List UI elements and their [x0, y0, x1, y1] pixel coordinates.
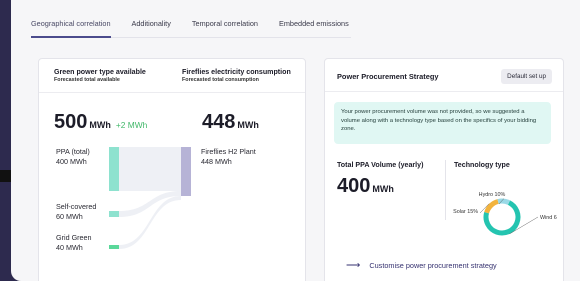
sankey-link-self-covered: [119, 191, 181, 217]
consumer-name: Fireflies H2 Plant: [201, 147, 256, 156]
sankey-node-self-covered: [109, 211, 119, 217]
donut-slice-solar: [484, 199, 499, 214]
sankey-node-h2-plant: [181, 147, 191, 196]
sankey-node-ppa: [109, 147, 119, 191]
source-self-covered-label: Self-covered 60 MWh: [56, 202, 96, 222]
procurement-header: Power Procurement Strategy Default set u…: [325, 59, 563, 92]
consumer-label: Fireflies H2 Plant 448 MWh: [201, 147, 256, 167]
tab-bar: Geographical correlation Additionality T…: [31, 16, 351, 38]
source-self-covered-name: Self-covered: [56, 202, 97, 211]
customise-strategy-link[interactable]: ⟶ Customise power procurement strategy: [346, 259, 497, 271]
tab-temporal-correlation[interactable]: Temporal correlation: [192, 16, 258, 37]
default-setup-button[interactable]: Default set up: [501, 69, 552, 84]
info-notice: Your power procurement volume was not pr…: [334, 102, 551, 144]
donut-slice-hydro: [497, 198, 511, 205]
donut-label-solar: Solar 15%: [453, 209, 478, 215]
tab-additionality[interactable]: Additionality: [132, 16, 171, 37]
customise-strategy-label: Customise power procurement strategy: [369, 260, 497, 270]
tab-geographical-correlation[interactable]: Geographical correlation: [31, 16, 111, 38]
ppa-volume-label: Total PPA Volume (yearly): [337, 161, 424, 169]
ppa-volume-unit: MWh: [372, 184, 394, 194]
source-ppa-label: PPA (total) 400 MWh: [56, 147, 90, 167]
consumer-amount: 448 MWh: [201, 157, 232, 166]
source-grid-green-amount: 40 MWh: [56, 243, 83, 252]
window-edge: [0, 170, 11, 182]
tab-embedded-emissions[interactable]: Embedded emissions: [279, 16, 349, 37]
technology-type-label: Technology type: [454, 161, 510, 169]
divider: [445, 160, 446, 220]
source-self-covered-amount: 60 MWh: [56, 212, 83, 221]
source-grid-green-label: Grid Green 40 MWh: [56, 233, 92, 253]
power-procurement-card: Power Procurement Strategy Default set u…: [324, 58, 564, 281]
source-ppa-amount: 400 MWh: [56, 157, 87, 166]
sankey-node-grid-green: [109, 245, 119, 249]
ppa-volume-value: 400: [337, 175, 371, 197]
arrow-right-icon: ⟶: [346, 259, 361, 271]
ppa-volume: 400 MWh: [337, 175, 394, 198]
technology-donut-chart: Wind 65% Solar 15% Hydro 10%: [453, 192, 557, 236]
source-ppa-name: PPA (total): [56, 147, 90, 156]
procurement-title: Power Procurement Strategy: [337, 72, 439, 81]
sankey-link-ppa: [119, 147, 181, 191]
donut-label-wind: Wind 65%: [540, 215, 557, 221]
source-grid-green-name: Grid Green: [56, 233, 92, 242]
donut-label-hydro: Hydro 10%: [479, 192, 506, 198]
power-flow-card: Green power type available Forecasted to…: [38, 58, 306, 281]
